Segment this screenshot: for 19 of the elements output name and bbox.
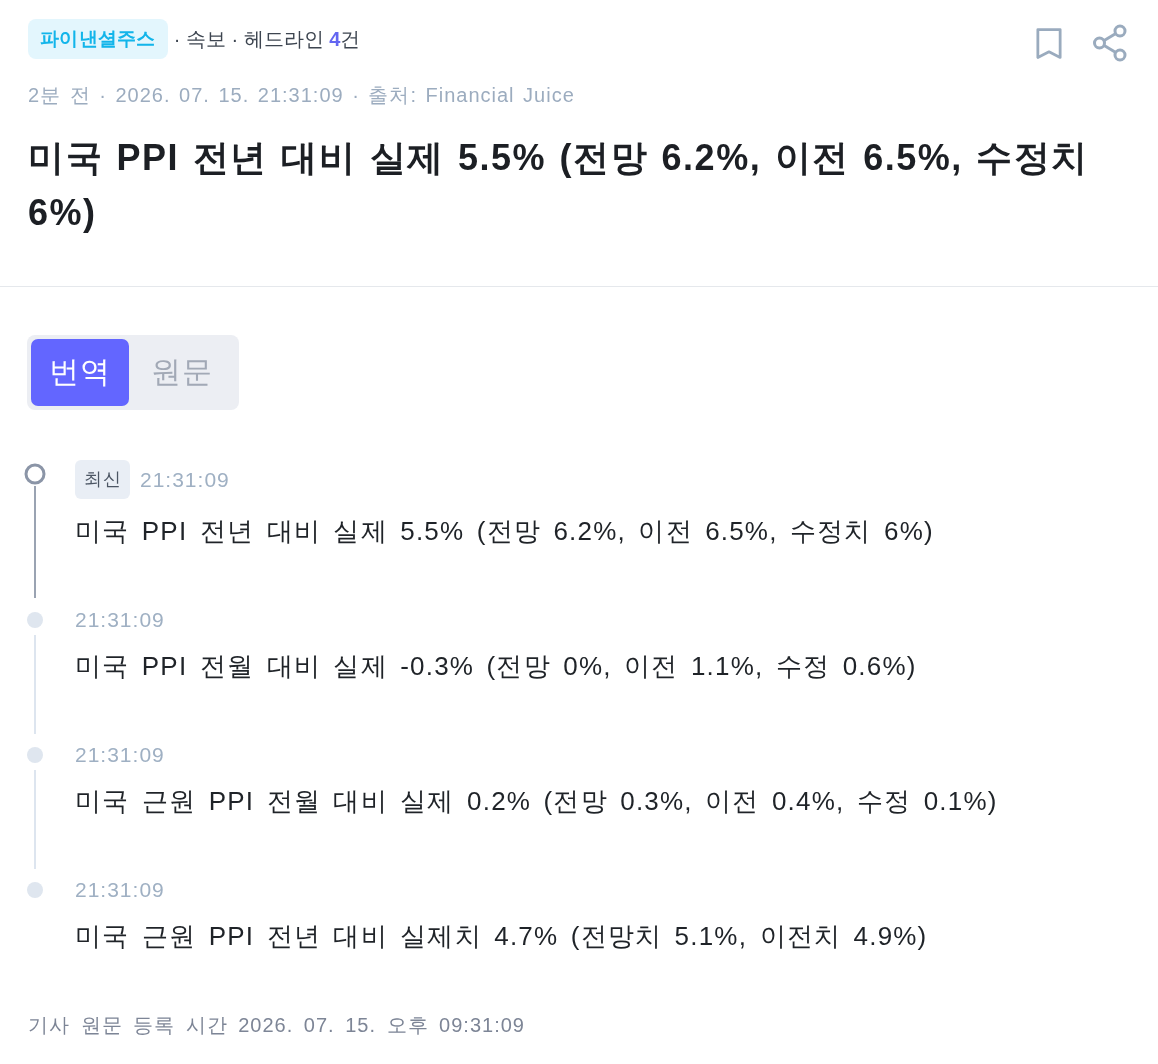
timestamp: 21:31:09 <box>140 466 230 493</box>
category-line: · 속보 · 헤드라인 4건 <box>173 26 361 52</box>
registration-time: 기사 원문 등록 시간 2026. 07. 15. 오후 09:31:09 <box>28 1013 526 1038</box>
bookmark-button[interactable] <box>1036 26 1062 60</box>
latest-badge: 최신 <box>75 460 130 499</box>
news-item-text: 미국 PPI 전월 대비 실제 -0.3% (전망 0%, 이전 1.1%, 수정 0.6%) <box>75 650 917 683</box>
headline-title: 미국 PPI 전년 대비 실제 5.5% (전망 6.2%, 이전 6.5%, 수정치 6%) <box>28 136 1090 235</box>
meta-line: 2분 전 · 2026. 07. 15. 21:31:09 · 출처: Financial Juice <box>28 83 576 108</box>
news-item-text: 미국 근원 PPI 전월 대비 실제 0.2% (전망 0.3%, 이전 0.4%, 수정 0.1%) <box>75 785 998 818</box>
tab[interactable]: 번역 <box>31 339 129 406</box>
share-button[interactable] <box>1092 24 1128 62</box>
share-icon <box>1092 24 1128 62</box>
timestamp: 21:31:09 <box>75 877 165 903</box>
news-item-text: 미국 PPI 전년 대비 실제 5.5% (전망 6.2%, 이전 6.5%, 수정치 6%) <box>75 515 934 548</box>
news-item-text: 미국 근원 PPI 전년 대비 실제치 4.7% (전망치 5.1%, 이전치 4.9%) <box>75 920 928 953</box>
timestamp: 21:31:09 <box>75 742 165 768</box>
source-badge: 파이낸셜주스 <box>28 19 168 59</box>
bookmark-icon <box>1036 26 1062 60</box>
timestamp: 21:31:09 <box>75 607 165 633</box>
